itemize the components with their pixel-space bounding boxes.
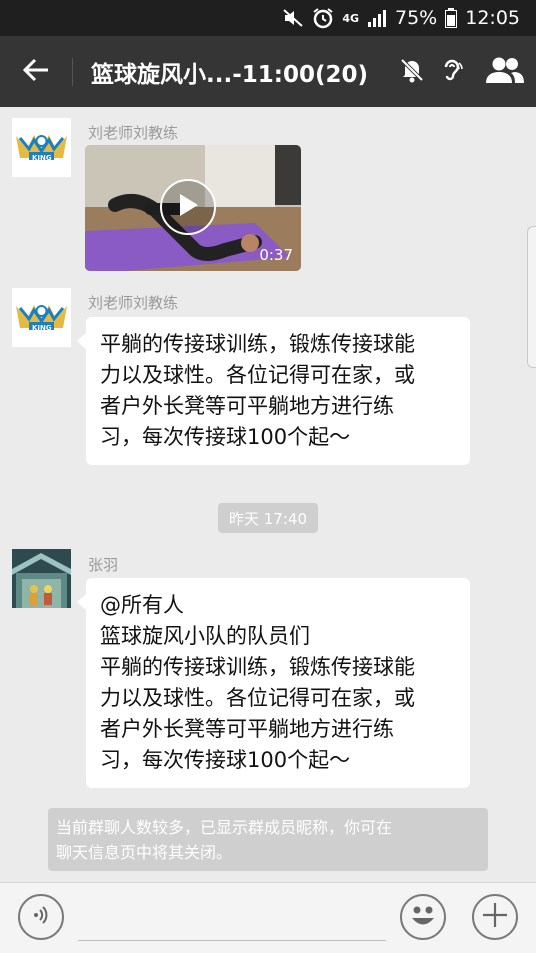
group-members-icon bbox=[485, 56, 525, 88]
avatar[interactable]: KING bbox=[12, 288, 71, 347]
sender-name: 张羽 bbox=[88, 556, 119, 574]
signal-icon bbox=[367, 9, 387, 27]
avatar[interactable]: KING bbox=[12, 118, 71, 177]
message-line: 篮球旋风小队的队员们 bbox=[100, 624, 310, 648]
sender-name: 刘老师刘教练 bbox=[88, 124, 179, 142]
back-arrow-icon bbox=[22, 57, 50, 87]
voice-icon bbox=[31, 905, 51, 929]
group-info-button[interactable] bbox=[474, 36, 536, 107]
king-logo-icon bbox=[16, 135, 67, 160]
message-line: 习，每次传接球100个起～ bbox=[100, 748, 351, 772]
voice-input-button[interactable] bbox=[18, 894, 64, 940]
avatar[interactable] bbox=[12, 549, 71, 608]
play-button[interactable] bbox=[160, 179, 216, 235]
king-logo-icon bbox=[16, 305, 67, 330]
message-line: 者户外长凳等可平躺地方进行练 bbox=[100, 394, 394, 418]
message-input[interactable] bbox=[78, 940, 386, 941]
battery-percent: 75% bbox=[395, 7, 438, 29]
mute-notifications-indicator bbox=[394, 36, 430, 107]
message-line: 力以及球性。各位记得可在家，或 bbox=[100, 363, 415, 387]
input-bar bbox=[0, 882, 536, 953]
system-notice-line: 当前群聊人数较多，已显示群成员昵称，你可在 bbox=[56, 818, 393, 837]
back-button[interactable] bbox=[0, 36, 72, 107]
battery-icon bbox=[445, 8, 458, 28]
avatar-logo-text: KING bbox=[32, 324, 52, 332]
ear-icon bbox=[440, 57, 464, 87]
message-line: 者户外长凳等可平躺地方进行练 bbox=[100, 717, 394, 741]
bell-off-icon bbox=[400, 57, 424, 87]
status-bar: 4G 75% 12:05 bbox=[0, 0, 536, 36]
emoji-icon bbox=[403, 895, 443, 939]
text-message-bubble[interactable]: 平躺的传接球训练，锻炼传接球能 力以及球性。各位记得可在家，或 者户外长凳等可平… bbox=[77, 317, 470, 465]
mute-icon bbox=[282, 8, 304, 28]
text-message-bubble[interactable]: @所有人 篮球旋风小队的队员们 平躺的传接球训练，锻炼传接球能 力以及球性。各位… bbox=[77, 578, 470, 788]
system-notice-line: 聊天信息页中将其关闭。 bbox=[56, 843, 233, 862]
scrollbar-thumb[interactable] bbox=[527, 226, 536, 368]
alarm-icon bbox=[312, 7, 334, 29]
plus-icon bbox=[482, 902, 508, 932]
message-line: 平躺的传接球训练，锻炼传接球能 bbox=[100, 332, 415, 356]
video-message[interactable]: 0:37 bbox=[85, 145, 301, 271]
receiver-mode-indicator bbox=[430, 36, 474, 107]
more-options-button[interactable] bbox=[472, 894, 518, 940]
message-line: 平躺的传接球训练，锻炼传接球能 bbox=[100, 655, 415, 679]
timestamp: 昨天 17:40 bbox=[218, 503, 318, 533]
system-notice: 当前群聊人数较多，已显示群成员昵称，你可在 聊天信息页中将其关闭。 bbox=[48, 808, 488, 871]
message-line: @所有人 bbox=[100, 593, 184, 617]
title-bar: 篮球旋风小...-11:00(20) bbox=[0, 36, 536, 107]
play-icon bbox=[177, 193, 199, 221]
message-line: 力以及球性。各位记得可在家，或 bbox=[100, 686, 415, 710]
video-duration: 0:37 bbox=[259, 246, 293, 264]
sender-name: 刘老师刘教练 bbox=[88, 294, 179, 312]
emoji-button[interactable] bbox=[400, 894, 446, 940]
network-type: 4G bbox=[342, 11, 359, 25]
title-divider bbox=[72, 57, 73, 86]
avatar-logo-text: KING bbox=[32, 154, 52, 162]
message-line: 习，每次传接球100个起～ bbox=[100, 425, 351, 449]
clock: 12:05 bbox=[465, 7, 520, 29]
user-photo bbox=[12, 549, 71, 608]
chat-title: 篮球旋风小...-11:00(20) bbox=[91, 61, 368, 88]
